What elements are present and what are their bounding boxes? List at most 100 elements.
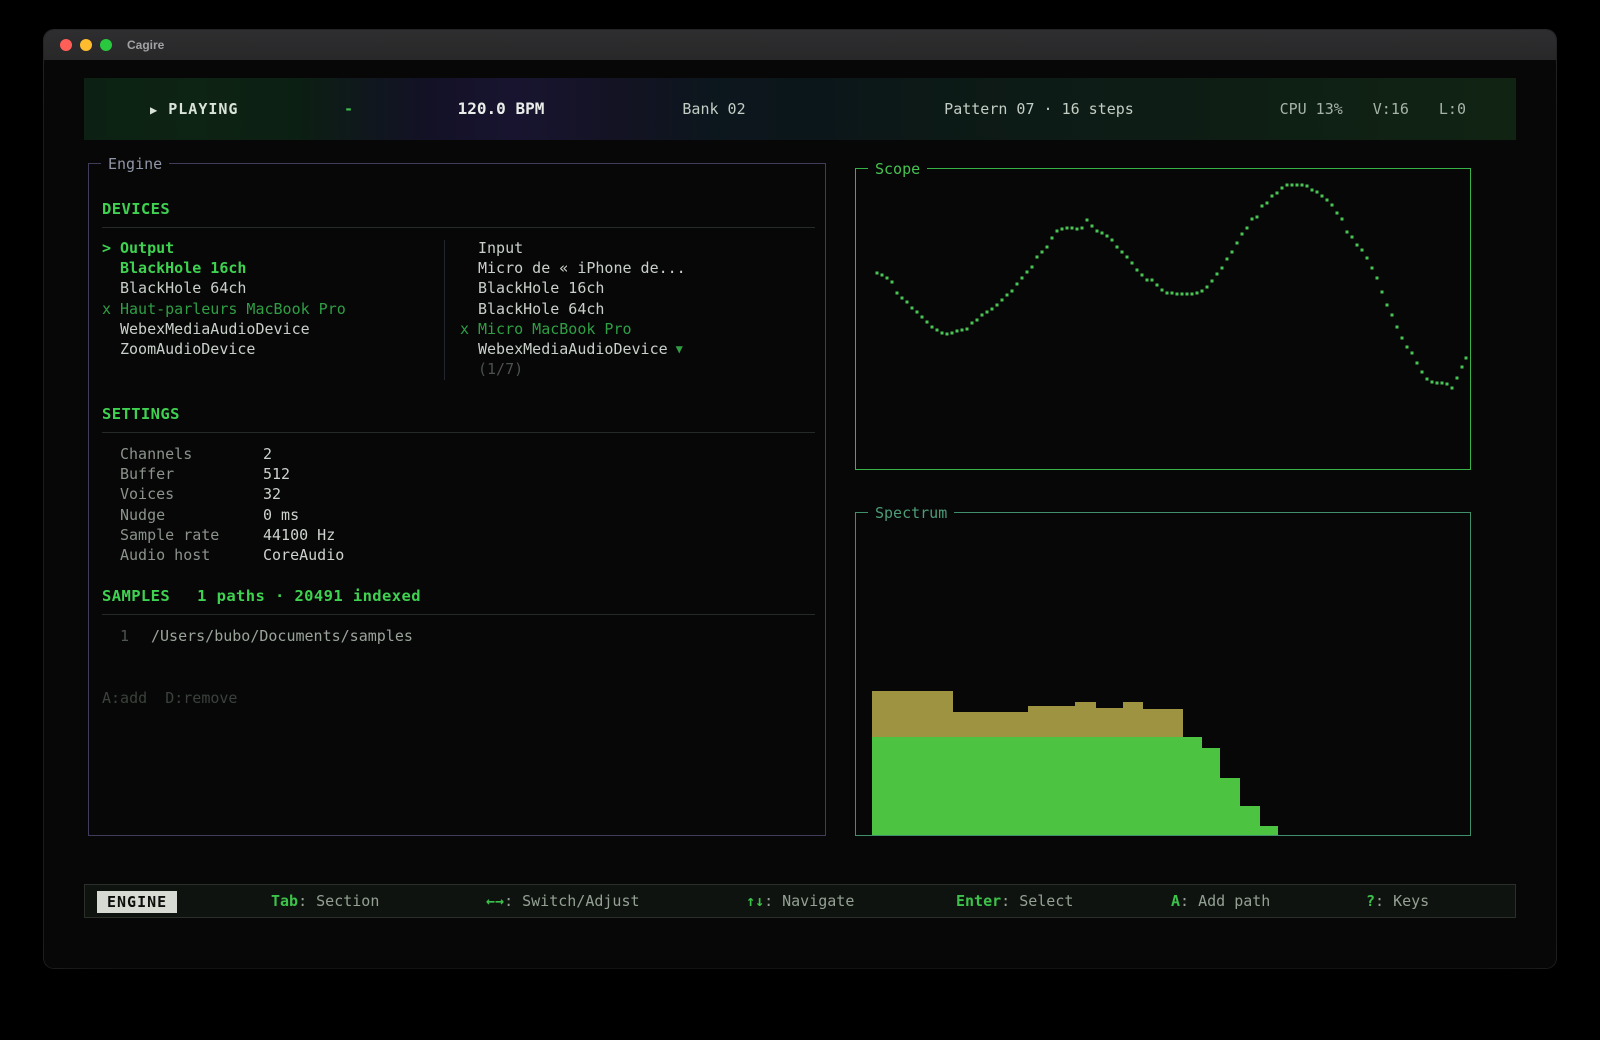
path-index: 1 bbox=[120, 626, 151, 646]
hint-key: ? bbox=[1366, 892, 1375, 910]
scope-panel: Scope bbox=[855, 168, 1471, 470]
output-device-item[interactable]: BlackHole 64ch bbox=[102, 278, 442, 298]
bank-display[interactable]: Bank 02 bbox=[624, 78, 804, 140]
devices-heading: DEVICES bbox=[102, 200, 170, 218]
setting-row[interactable]: Audio hostCoreAudio bbox=[120, 545, 344, 565]
device-label: ZoomAudioDevice bbox=[120, 339, 255, 359]
hint-action: : Switch/Adjust bbox=[504, 892, 639, 910]
output-device-item[interactable]: WebexMediaAudioDevice bbox=[102, 319, 442, 339]
setting-label: Nudge bbox=[120, 505, 263, 525]
hint-add-path: A: Add path bbox=[1171, 885, 1270, 917]
device-label: Haut-parleurs MacBook Pro bbox=[120, 299, 346, 319]
setting-value[interactable]: 2 bbox=[263, 444, 272, 464]
active-device-marker bbox=[102, 278, 120, 298]
hint-key: A bbox=[1171, 892, 1180, 910]
close-window-button[interactable] bbox=[60, 39, 72, 51]
setting-row[interactable]: Voices32 bbox=[120, 484, 344, 504]
setting-row[interactable]: Nudge0 ms bbox=[120, 505, 344, 525]
device-label: Micro de « iPhone de... bbox=[478, 258, 686, 278]
input-header[interactable]: Input bbox=[460, 238, 810, 258]
active-device-marker bbox=[460, 359, 478, 379]
voices-readout: V:16 bbox=[1373, 100, 1409, 118]
device-label: BlackHole 64ch bbox=[478, 299, 604, 319]
setting-row[interactable]: Channels2 bbox=[120, 444, 344, 464]
input-device-item[interactable]: BlackHole 16ch bbox=[460, 278, 810, 298]
scroll-more-icon: ▼ bbox=[676, 339, 683, 359]
output-device-list: >OutputBlackHole 16chBlackHole 64chxHaut… bbox=[102, 238, 442, 359]
hint-action: : Select bbox=[1001, 892, 1073, 910]
settings-list: Channels2Buffer512Voices32Nudge0 msSampl… bbox=[120, 444, 344, 565]
engine-panel: Engine DEVICES >OutputBlackHole 16chBlac… bbox=[88, 163, 826, 836]
pattern-display[interactable]: Pattern 07 · 16 steps bbox=[884, 78, 1194, 140]
transport-bar: ▶PLAYING - 120.0 BPM Bank 02 Pattern 07 … bbox=[84, 78, 1516, 140]
hint-action: : Keys bbox=[1375, 892, 1429, 910]
output-device-item[interactable]: ZoomAudioDevice bbox=[102, 339, 442, 359]
settings-heading: SETTINGS bbox=[102, 405, 180, 423]
engine-stats: CPU 13% V:16 L:0 bbox=[1280, 78, 1466, 140]
setting-value[interactable]: 32 bbox=[263, 484, 281, 504]
input-device-list: InputMicro de « iPhone de...BlackHole 16… bbox=[460, 238, 810, 379]
minimize-window-button[interactable] bbox=[80, 39, 92, 51]
settings-divider bbox=[102, 432, 815, 433]
latency-readout: L:0 bbox=[1439, 100, 1466, 118]
input-device-item[interactable]: xMicro MacBook Pro bbox=[460, 319, 810, 339]
device-label: BlackHole 64ch bbox=[120, 278, 246, 298]
input-device-item[interactable]: Micro de « iPhone de... bbox=[460, 258, 810, 278]
setting-value[interactable]: 44100 Hz bbox=[263, 525, 335, 545]
hint-action: : Section bbox=[298, 892, 379, 910]
active-device-marker bbox=[460, 278, 478, 298]
output-device-item[interactable]: xHaut-parleurs MacBook Pro bbox=[102, 299, 442, 319]
devices-divider bbox=[102, 227, 815, 228]
focus-caret-icon: > bbox=[102, 238, 120, 258]
spectrum-level-area bbox=[872, 737, 1278, 835]
setting-value[interactable]: CoreAudio bbox=[263, 545, 344, 565]
spectrum-peak-hold-area bbox=[872, 691, 1183, 737]
device-label: (1/7) bbox=[478, 359, 523, 379]
active-device-marker bbox=[460, 299, 478, 319]
sample-path-row[interactable]: 1/Users/bubo/Documents/samples bbox=[120, 626, 413, 646]
setting-value[interactable]: 0 ms bbox=[263, 505, 299, 525]
samples-heading: SAMPLES1 paths · 20491 indexed bbox=[102, 587, 421, 605]
hint-key: Enter bbox=[956, 892, 1001, 910]
input-device-item: (1/7) bbox=[460, 359, 810, 379]
input-device-item[interactable]: BlackHole 64ch bbox=[460, 299, 810, 319]
hint-action: : Navigate bbox=[764, 892, 854, 910]
device-column-divider bbox=[444, 240, 445, 380]
output-device-item[interactable]: BlackHole 16ch bbox=[102, 258, 442, 278]
active-device-marker: x bbox=[460, 319, 478, 339]
current-section-badge: ENGINE bbox=[97, 891, 177, 913]
active-device-marker bbox=[102, 319, 120, 339]
app-content: ▶PLAYING - 120.0 BPM Bank 02 Pattern 07 … bbox=[44, 60, 1556, 968]
setting-row[interactable]: Buffer512 bbox=[120, 464, 344, 484]
setting-label: Voices bbox=[120, 484, 263, 504]
beat-tick-indicator: - bbox=[344, 78, 353, 140]
setting-value[interactable]: 512 bbox=[263, 464, 290, 484]
transport-status[interactable]: ▶PLAYING bbox=[150, 78, 238, 141]
device-label: BlackHole 16ch bbox=[478, 278, 604, 298]
setting-row[interactable]: Sample rate44100 Hz bbox=[120, 525, 344, 545]
setting-label: Sample rate bbox=[120, 525, 263, 545]
active-device-marker bbox=[460, 339, 478, 359]
window-titlebar[interactable]: Cagire bbox=[44, 30, 1556, 60]
hint-key: Tab bbox=[271, 892, 298, 910]
play-icon: ▶ bbox=[150, 103, 158, 117]
hint-navigate: ↑↓: Navigate bbox=[746, 885, 854, 917]
hint-switch-adjust: ←→: Switch/Adjust bbox=[486, 885, 640, 917]
bpm-display[interactable]: 120.0 BPM bbox=[396, 78, 606, 140]
active-device-marker bbox=[102, 258, 120, 278]
focus-caret-icon bbox=[460, 238, 478, 258]
device-label: Micro MacBook Pro bbox=[478, 319, 632, 339]
hint-keys: ?: Keys bbox=[1366, 885, 1429, 917]
output-header[interactable]: >Output bbox=[102, 238, 442, 258]
samples-divider bbox=[102, 614, 815, 615]
path-text: /Users/bubo/Documents/samples bbox=[151, 626, 413, 646]
device-label: BlackHole 16ch bbox=[120, 258, 246, 278]
input-device-item[interactable]: WebexMediaAudioDevice▼ bbox=[460, 339, 810, 359]
setting-label: Channels bbox=[120, 444, 263, 464]
traffic-lights bbox=[60, 39, 112, 51]
cpu-readout: CPU 13% bbox=[1280, 100, 1343, 118]
window-title: Cagire bbox=[127, 38, 164, 52]
zoom-window-button[interactable] bbox=[100, 39, 112, 51]
desktop-background: Cagire ▶PLAYING - 120.0 BPM Bank 02 Patt… bbox=[0, 0, 1600, 1040]
device-label: WebexMediaAudioDevice bbox=[120, 319, 310, 339]
